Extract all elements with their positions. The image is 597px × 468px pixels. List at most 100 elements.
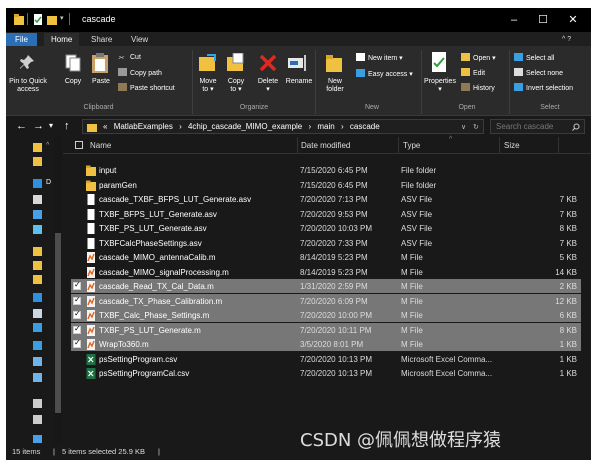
breadcrumb-main[interactable]: main [317, 122, 334, 131]
history-button[interactable]: History [461, 83, 495, 93]
cut-button[interactable]: ✂ Cut [118, 53, 141, 62]
breadcrumb-separator[interactable]: › [308, 122, 311, 131]
paste-button[interactable]: Paste [86, 78, 116, 86]
desktop-icon[interactable] [33, 179, 42, 188]
column-date-modified[interactable]: Date modified [301, 141, 350, 150]
quick-access-dropdown[interactable]: ▾ [60, 14, 64, 23]
row-checkbox[interactable] [73, 181, 81, 189]
folder-icon[interactable] [33, 157, 42, 166]
row-checkbox[interactable] [73, 295, 81, 305]
help-button[interactable]: ^ ? [562, 35, 571, 44]
row-checkbox[interactable] [73, 239, 81, 247]
file-row[interactable]: input 7/15/2020 6:45 PM File folder [71, 163, 581, 177]
search-input[interactable]: Search cascade [490, 119, 585, 134]
row-checkbox[interactable] [73, 338, 81, 348]
download-icon[interactable] [33, 323, 42, 332]
refresh-button[interactable]: ↻ [473, 123, 479, 132]
copy-to-button[interactable]: Copy to ▾ [220, 78, 252, 94]
minimize-button[interactable]: – [503, 11, 525, 29]
up-button[interactable]: ↑ [64, 119, 70, 133]
nav-scrollbar[interactable] [54, 137, 62, 443]
maximize-button[interactable]: ☐ [532, 11, 554, 29]
row-checkbox[interactable] [73, 324, 81, 334]
image-icon[interactable] [33, 357, 42, 366]
new-folder-button[interactable]: New folder [318, 78, 352, 94]
row-checkbox[interactable] [73, 224, 81, 232]
document-icon[interactable] [33, 309, 42, 318]
breadcrumb-separator[interactable]: › [179, 122, 182, 131]
file-row[interactable]: TXBFCalcPhaseSettings.asv 7/20/2020 7:33 … [71, 236, 581, 250]
easy-access-button[interactable]: Easy access ▾ [356, 69, 413, 79]
file-row[interactable]: WrapTo360.m 3/5/2020 8:01 PM M File 1 KB [71, 337, 581, 351]
folder-icon[interactable] [33, 247, 42, 256]
file-row[interactable]: paramGen 7/15/2020 6:45 PM File folder [71, 178, 581, 192]
breadcrumb-4chip[interactable]: 4chip_cascade_MIMO_example [188, 122, 302, 131]
close-button[interactable]: ✕ [562, 11, 584, 29]
back-button[interactable]: ← [16, 119, 27, 133]
file-row[interactable]: cascade_MIMO_antennaCalib.m 8/14/2019 5:2… [71, 250, 581, 264]
file-row[interactable]: cascade_Read_TX_Cal_Data.m 1/31/2020 2:59… [71, 279, 581, 293]
file-row[interactable]: TXBF_Calc_Phase_Settings.m 7/20/2020 10:0… [71, 308, 581, 322]
properties-button[interactable]: Properties ▾ [420, 78, 460, 94]
tab-file[interactable]: File [6, 33, 37, 46]
paste-shortcut-button[interactable]: Paste shortcut [118, 83, 175, 93]
drive-icon[interactable] [33, 415, 42, 424]
column-size[interactable]: Size [504, 141, 520, 150]
copy-button[interactable]: Copy [57, 78, 89, 86]
row-checkbox[interactable] [73, 195, 81, 203]
file-row[interactable]: cascade_TXBF_BFPS_LUT_Generate.asv 7/20/2… [71, 192, 581, 206]
row-checkbox[interactable] [73, 253, 81, 261]
row-checkbox[interactable] [73, 268, 81, 276]
file-row[interactable]: cascade_TX_Phase_Calibration.m 7/20/2020 … [71, 293, 581, 308]
open-button[interactable]: Open ▾ [461, 53, 496, 63]
music-icon[interactable] [33, 341, 42, 350]
edit-button[interactable]: Edit [461, 68, 485, 78]
breadcrumb-separator[interactable]: › [341, 122, 344, 131]
computer-icon[interactable] [33, 210, 42, 219]
nav-scrollbar-thumb[interactable] [55, 233, 61, 413]
column-type[interactable]: Type [403, 141, 420, 150]
cube-icon[interactable] [33, 225, 42, 234]
tab-home[interactable]: Home [44, 33, 80, 46]
copy-path-button[interactable]: Copy path [118, 68, 162, 78]
folder-icon[interactable] [33, 261, 42, 270]
rename-button[interactable]: Rename [284, 78, 314, 86]
new-item-button[interactable]: New item ▾ [356, 53, 403, 63]
row-checkbox[interactable] [73, 355, 81, 363]
column-separator[interactable] [398, 137, 399, 154]
file-row[interactable]: TXBF_PS_LUT_Generate.asv 7/20/2020 10:03 … [71, 221, 581, 235]
tab-share[interactable]: Share [84, 33, 119, 46]
properties-quick-icon[interactable] [33, 14, 43, 25]
select-all-button[interactable]: Select all [514, 53, 554, 63]
file-row[interactable]: psSettingProgramCal.csv 7/20/2020 10:13 P… [71, 366, 581, 380]
address-bar[interactable]: « MatlabExamples › 4chip_cascade_MIMO_ex… [82, 119, 484, 134]
select-all-checkbox[interactable] [75, 141, 83, 149]
row-checkbox[interactable] [73, 280, 81, 290]
delete-button[interactable]: Delete ▾ [252, 78, 284, 94]
user-icon[interactable] [33, 195, 42, 204]
video-icon[interactable] [33, 373, 42, 382]
desktop-icon[interactable] [33, 293, 42, 302]
nav-item-label[interactable]: D [46, 179, 51, 186]
row-checkbox[interactable] [73, 210, 81, 218]
file-row[interactable]: psSettingProgram.csv 7/20/2020 10:13 PM Mi… [71, 352, 581, 366]
drive-icon[interactable] [33, 399, 42, 408]
tab-view[interactable]: View [124, 33, 155, 46]
folder-icon[interactable] [33, 143, 42, 152]
file-row[interactable]: TXBF_BFPS_LUT_Generate.asv 7/20/2020 9:53… [71, 207, 581, 221]
invert-selection-button[interactable]: Invert selection [514, 83, 573, 93]
file-row[interactable]: TXBF_PS_LUT_Generate.m 7/20/2020 10:11 PM… [71, 322, 581, 337]
new-folder-quick-icon[interactable] [47, 14, 57, 25]
breadcrumb-matlabexamples[interactable]: MatlabExamples [114, 122, 173, 131]
forward-button[interactable]: → [33, 119, 44, 133]
folder-icon[interactable] [33, 275, 42, 284]
select-none-button[interactable]: Select none [514, 68, 563, 78]
column-separator[interactable] [558, 137, 559, 154]
nav-scroll-up[interactable]: ^ [46, 141, 49, 150]
column-name[interactable]: Name [90, 141, 111, 150]
recent-locations-button[interactable]: ▾ [49, 119, 53, 133]
row-checkbox[interactable] [73, 309, 81, 319]
column-separator[interactable] [297, 137, 298, 154]
pin-to-quick-access-button[interactable]: Pin to Quick access [6, 78, 52, 94]
address-dropdown-button[interactable]: ∨ [461, 123, 466, 132]
